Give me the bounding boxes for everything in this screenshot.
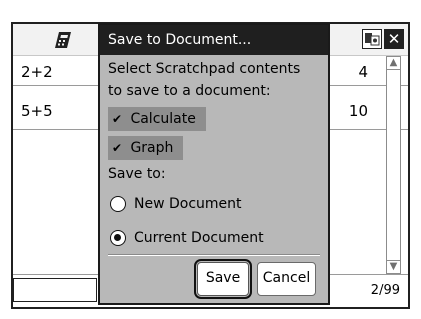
scroll-down-arrow-icon[interactable]: ▼ <box>387 260 400 273</box>
history-expression: 5+5 <box>21 102 53 120</box>
dialog-title-bar: Save to Document... <box>100 25 328 55</box>
calculator-icon[interactable] <box>53 30 75 50</box>
page-counter: 2/99 <box>370 283 400 298</box>
checkbox-graph[interactable]: ✔ Graph <box>108 136 184 160</box>
dialog-instruction: Select Scratchpad contents <box>108 61 301 77</box>
entry-line-input[interactable] <box>13 278 97 302</box>
checkbox-label: Calculate <box>130 111 196 127</box>
history-expression: 2+2 <box>21 63 53 81</box>
radio-button-icon[interactable] <box>110 196 126 212</box>
radio-button-selected-icon[interactable] <box>110 230 126 246</box>
checkbox-label: Graph <box>130 140 174 156</box>
dialog-divider <box>108 254 320 256</box>
history-result: 10 <box>348 102 368 120</box>
dialog-instruction: to save to a document: <box>108 83 271 99</box>
dialog-title: Save to Document... <box>108 32 252 48</box>
history-result: 4 <box>358 63 368 81</box>
history-scrollbar[interactable]: ▲ ▼ <box>386 56 401 274</box>
checkmark-icon: ✔ <box>111 112 123 126</box>
save-to-document-dialog: Save to Document... Select Scratchpad co… <box>98 23 330 305</box>
settings-icon[interactable] <box>362 29 382 49</box>
checkbox-calculate[interactable]: ✔ Calculate <box>108 107 206 131</box>
radio-label: New Document <box>134 196 242 212</box>
close-icon[interactable]: ✕ <box>384 29 404 49</box>
checkmark-icon: ✔ <box>111 141 123 155</box>
radio-label: Current Document <box>134 230 264 246</box>
scroll-up-arrow-icon[interactable]: ▲ <box>387 57 400 70</box>
cancel-button[interactable]: Cancel <box>257 262 316 296</box>
save-to-label: Save to: <box>108 166 166 182</box>
save-button[interactable]: Save <box>194 259 252 299</box>
